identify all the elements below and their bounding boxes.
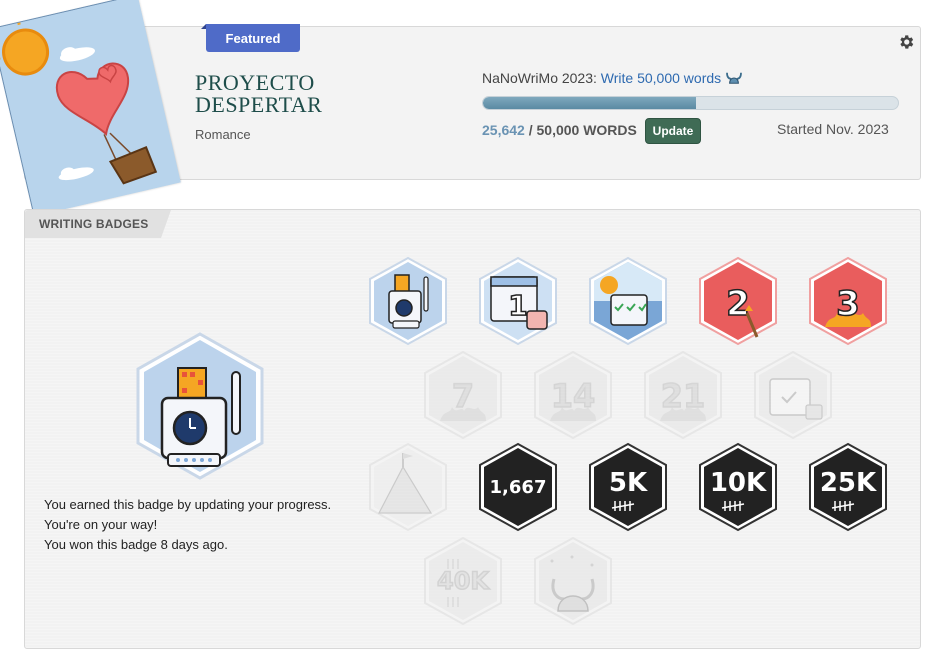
- badge-label: 21: [661, 377, 706, 415]
- streak-21-badge[interactable]: 21: [642, 349, 724, 441]
- streak-2-badge[interactable]: 2: [697, 255, 779, 347]
- word-count: 25,642 / 50,000 WORDS: [482, 122, 637, 138]
- gear-icon[interactable]: [897, 33, 915, 51]
- selected-badge: [134, 332, 266, 480]
- started-date: Started Nov. 2023: [777, 121, 889, 137]
- badge-label: 7: [452, 377, 474, 415]
- featured-label: Featured: [225, 30, 281, 46]
- badge-description-line: You're on your way!: [44, 517, 158, 532]
- goal-line: NaNoWriMo 2023: Write 50,000 words: [482, 70, 743, 86]
- mountain-flag-badge[interactable]: [367, 441, 449, 533]
- badge-description-line: You won this badge 8 days ago.: [44, 537, 228, 552]
- update-button[interactable]: Update: [645, 118, 701, 144]
- words-1667-badge[interactable]: 1,667: [477, 441, 559, 533]
- badge-label: 25K: [820, 468, 877, 498]
- badge-description: You earned this badge by updating your p…: [44, 495, 331, 555]
- goal-words: / 50,000 WORDS: [524, 122, 637, 138]
- featured-tag: Featured: [201, 24, 300, 52]
- viking-helmet-icon: [726, 72, 742, 84]
- project-title[interactable]: PROYECTO DESPERTAR: [195, 72, 395, 116]
- badges-header: WRITING BADGES: [25, 210, 171, 238]
- words-5k-badge[interactable]: 5K: [587, 441, 669, 533]
- badge-label: 14: [551, 377, 596, 415]
- goal-event: NaNoWriMo 2023:: [482, 70, 601, 86]
- project-title-line2: DESPERTAR: [195, 92, 323, 117]
- badge-label: 10K: [710, 468, 767, 498]
- streak-14-badge[interactable]: 14: [532, 349, 614, 441]
- viking-helmet-badge[interactable]: [532, 535, 614, 627]
- badge-label: 1,667: [490, 477, 547, 498]
- progress-bar: [482, 96, 899, 110]
- words-40k-badge[interactable]: 40K: [422, 535, 504, 627]
- words-25k-badge[interactable]: 25K: [807, 441, 889, 533]
- badge-label: 40K: [437, 567, 490, 595]
- update-progress-badge[interactable]: [367, 255, 449, 347]
- streak-7-badge[interactable]: 7: [422, 349, 504, 441]
- project-genre: Romance: [195, 127, 251, 142]
- badge-label: 1: [508, 289, 527, 322]
- calendar-complete-badge[interactable]: [752, 349, 834, 441]
- words-10k-badge[interactable]: 10K: [697, 441, 779, 533]
- calendar-check-badge[interactable]: [587, 255, 669, 347]
- goal-link[interactable]: Write 50,000 words: [601, 70, 721, 86]
- project-title-line1: PROYECTO: [195, 70, 315, 95]
- streak-3-badge[interactable]: 3: [807, 255, 889, 347]
- badge-label: 5K: [609, 468, 648, 498]
- badge-label: 2: [726, 284, 750, 324]
- badge-description-line: You earned this badge by updating your p…: [44, 497, 332, 512]
- progress-fill: [483, 97, 696, 109]
- day-1-badge[interactable]: 1: [477, 255, 559, 347]
- badge-label: 3: [836, 284, 860, 324]
- current-words: 25,642: [482, 122, 525, 138]
